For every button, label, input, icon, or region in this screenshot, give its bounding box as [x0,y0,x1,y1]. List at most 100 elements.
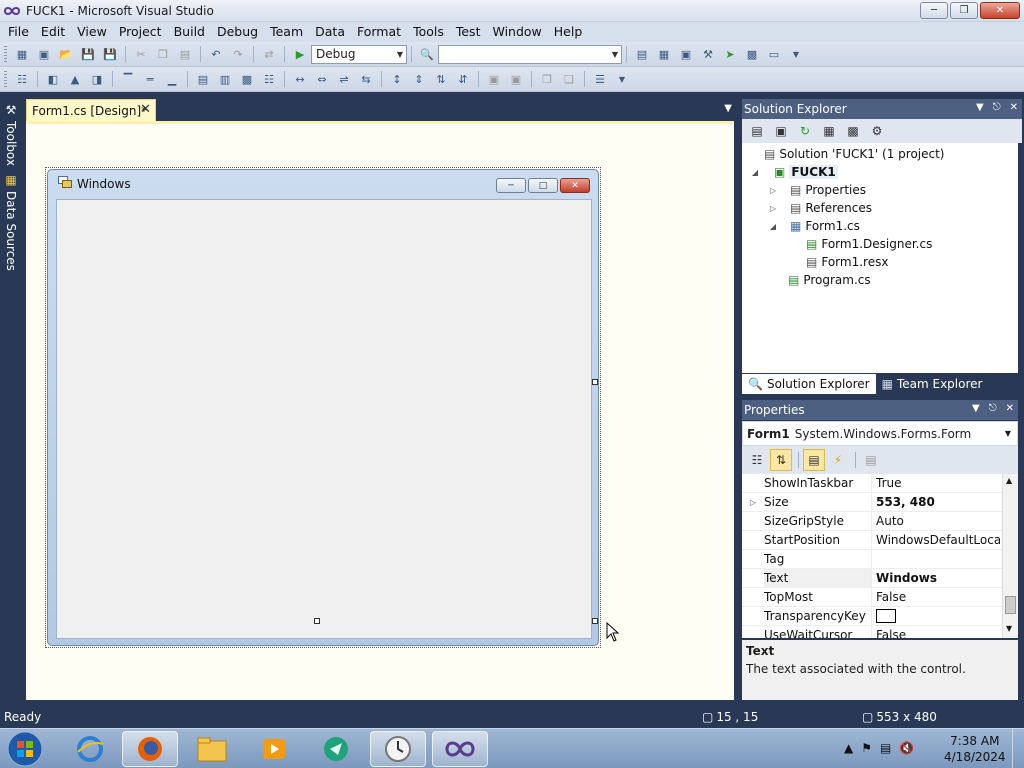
tab-form1-design[interactable]: Form1.cs [Design]* ✕ [26,99,156,121]
tab-order-icon[interactable]: ☰ [591,70,609,88]
redo-icon[interactable]: ↷ [229,45,247,63]
vertical-spacing-decrease-icon[interactable]: ⇅ [432,70,450,88]
save-icon[interactable]: 💾 [79,45,97,63]
resize-handle-right[interactable] [592,379,598,385]
expanded-triangle-icon[interactable]: ◢ [768,222,778,231]
menu-test[interactable]: Test [450,22,487,42]
toolbar-grip[interactable] [4,71,7,87]
paste-icon[interactable]: ▤ [176,45,194,63]
prop-row-text[interactable]: Text Windows [742,568,1002,588]
center-vertically-icon[interactable]: ▣ [507,70,525,88]
align-lefts-icon[interactable]: ◧ [44,70,62,88]
resize-handle-corner[interactable] [592,618,598,624]
find-combo[interactable]: ▼ [438,44,622,64]
volume-muted-icon[interactable]: 🔇 [899,741,914,755]
extension-manager-icon[interactable]: ▩ [743,45,761,63]
tab-team-explorer[interactable]: ▦ Team Explorer [876,374,989,394]
designer-form[interactable]: Windows ─ □ ✕ [47,169,599,646]
add-item-icon[interactable]: ▣ [35,45,53,63]
object-selector[interactable]: Form1 System.Windows.Forms.Form ▼ [742,421,1018,446]
view-designer-icon[interactable]: ▩ [842,120,864,142]
menu-edit[interactable]: Edit [35,22,71,42]
tree-form1[interactable]: ◢ ▦ Form1.cs [768,217,860,235]
property-grid-scrollbar[interactable]: ▲ ▼ [1002,474,1018,638]
internet-explorer-icon[interactable] [62,731,118,767]
close-panel-icon[interactable]: ✕ [1006,403,1014,414]
bring-to-front-icon[interactable]: ❐ [538,70,556,88]
menu-data[interactable]: Data [309,22,351,42]
tree-program[interactable]: ▤ Program.cs [788,271,871,289]
minimize-button[interactable]: ─ [920,2,948,19]
refresh-icon[interactable]: ↻ [794,120,816,142]
tree-project[interactable]: ◢ ▣ FUCK1 [750,163,838,181]
center-horizontally-icon[interactable]: ▣ [485,70,503,88]
property-pages-icon[interactable]: ▤ [860,449,882,471]
window-position-icon[interactable]: ▼ [976,102,984,113]
tree-solution[interactable]: ▤ Solution 'FUCK1' (1 project) [750,145,944,163]
solution-config-select[interactable]: Debug ▼ [311,44,407,64]
toolbox-icon[interactable]: ⚒ [699,45,717,63]
align-middles-icon[interactable]: ═ [141,70,159,88]
expand-triangle-icon[interactable]: ▷ [742,498,764,507]
undo-icon[interactable]: ↶ [207,45,225,63]
solution-explorer-icon[interactable]: ▤ [633,45,651,63]
taskbar-clock[interactable]: 7:38 AM 4/18/2024 [944,733,1006,765]
send-to-back-icon[interactable]: ❏ [560,70,578,88]
properties-icon[interactable]: ▤ [746,120,768,142]
expanded-triangle-icon[interactable]: ◢ [750,168,760,177]
menu-format[interactable]: Format [351,22,407,42]
scroll-down-icon[interactable]: ▼ [1006,624,1012,633]
prop-row-showintaskbar[interactable]: ShowInTaskbar True [742,474,1002,493]
resize-handle-bottom[interactable] [314,618,320,624]
media-player-icon[interactable] [246,731,302,767]
collapsed-triangle-icon[interactable]: ▷ [768,204,778,213]
visual-studio-taskbar-icon[interactable] [432,731,488,767]
tree-references[interactable]: ▷ ▤ References [768,199,872,217]
command-window-icon[interactable]: ▭ [765,45,783,63]
close-button[interactable]: ✕ [980,2,1020,19]
firefox-icon[interactable] [122,731,178,767]
data-sources-tab[interactable]: ▦ Data Sources [2,173,20,271]
file-explorer-icon[interactable] [184,731,240,767]
cut-icon[interactable]: ✂ [132,45,150,63]
prop-row-size[interactable]: ▷ Size 553, 480 [742,492,1002,512]
events-icon[interactable]: ⚡ [827,449,849,471]
menu-view[interactable]: View [71,22,113,42]
make-same-size-icon[interactable]: ▩ [238,70,256,88]
menu-tools[interactable]: Tools [407,22,450,42]
prop-row-usewaitcursor[interactable]: UseWaitCursor False [742,625,1002,638]
make-same-height-icon[interactable]: ▥ [216,70,234,88]
show-desktop-button[interactable] [1012,729,1024,768]
object-browser-icon[interactable]: ▣ [677,45,695,63]
start-page-icon[interactable]: ➤ [721,45,739,63]
make-same-width-icon[interactable]: ▤ [194,70,212,88]
scroll-thumb[interactable] [1005,596,1016,614]
align-to-grid-icon[interactable]: ☷ [13,70,31,88]
copy-icon[interactable]: ❐ [154,45,172,63]
size-to-grid-icon[interactable]: ☷ [260,70,278,88]
navigate-icon[interactable]: ⇄ [260,45,278,63]
scroll-up-icon[interactable]: ▲ [1006,476,1012,485]
show-hidden-icons-icon[interactable]: ▲ [844,741,853,755]
toolbar-options-icon[interactable]: ▼ [787,45,805,63]
prop-row-topmost[interactable]: TopMost False [742,587,1002,607]
menu-debug[interactable]: Debug [211,22,264,42]
vertical-spacing-increase-icon[interactable]: ⇕ [410,70,428,88]
action-center-flag-icon[interactable]: ⚑ [861,741,872,755]
menu-help[interactable]: Help [548,22,589,42]
align-rights-icon[interactable]: ◨ [88,70,106,88]
show-all-files-icon[interactable]: ▣ [770,120,792,142]
properties-window-icon[interactable]: ▦ [655,45,673,63]
tree-form1-designer[interactable]: ▤ Form1.Designer.cs [806,235,932,253]
window-position-icon[interactable]: ▼ [972,403,980,414]
close-panel-icon[interactable]: ✕ [1010,102,1018,113]
tab-solution-explorer[interactable]: 🔍 Solution Explorer [742,374,876,394]
auto-hide-pin-icon[interactable]: ⎋ [989,403,997,414]
network-icon[interactable]: ▤ [880,741,891,755]
properties-view-icon[interactable]: ▤ [803,449,825,471]
toolbar-grip[interactable] [4,46,7,62]
prop-row-sizegripstyle[interactable]: SizeGripStyle Auto [742,511,1002,531]
active-files-dropdown-icon[interactable]: ▼ [724,103,732,114]
menu-window[interactable]: Window [486,22,547,42]
collapsed-triangle-icon[interactable]: ▷ [768,186,778,195]
